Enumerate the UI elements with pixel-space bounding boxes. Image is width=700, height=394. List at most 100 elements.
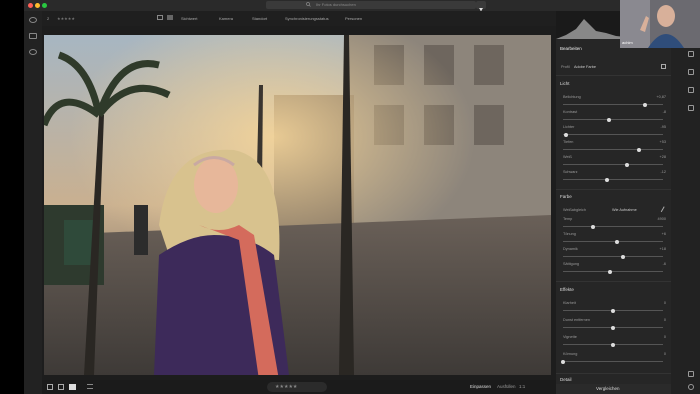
slider-knob[interactable] [605,177,609,182]
info-icon[interactable] [688,384,694,390]
slider-value[interactable]: 0 [664,352,666,356]
library-icon[interactable] [29,33,37,39]
slider-track[interactable] [563,325,663,330]
effects-section-header[interactable]: Effekte [560,287,574,292]
square-grid-icon[interactable] [58,384,64,390]
slider-label: Schwarz [563,170,578,174]
slider-value[interactable]: 0 [664,301,666,305]
crop-icon[interactable] [688,69,694,75]
slider-value[interactable]: 4900 [658,217,666,221]
slider-value[interactable]: +28 [660,155,666,159]
slider-knob[interactable] [561,359,565,364]
filter-kamera[interactable]: Kamera [219,16,233,21]
brush-icon[interactable] [688,105,694,111]
eyedropper-icon[interactable] [660,206,668,214]
flag-filter-icon[interactable] [157,15,163,20]
profile-select[interactable]: Adobe Farbe [574,65,596,69]
slider-value[interactable]: +6 [662,232,666,236]
rating-stars[interactable]: ★★★★★ [275,384,297,390]
slider-knob[interactable] [611,325,615,330]
slider-value[interactable]: +0,87 [656,95,666,99]
sort-icon[interactable] [87,384,93,389]
slider-knob[interactable] [637,147,641,152]
wb-select[interactable]: Wie Aufnahme [612,208,637,212]
close-window-button[interactable] [28,3,33,8]
slider-knob[interactable] [615,239,619,244]
slider-label: Körnung [563,352,578,356]
detail-view-icon[interactable] [69,384,76,390]
slider-label: Tiefen [563,140,574,144]
main-photo[interactable] [44,35,551,375]
slider-track[interactable] [561,359,663,364]
slider-value[interactable]: +53 [660,140,666,144]
filter-standort[interactable]: Standort [252,16,267,21]
edit-panel-title: Bearbeiten [560,46,582,51]
slider-label: Dynamik [563,247,578,251]
grid-view-icon[interactable] [47,384,53,390]
color-filter-icon[interactable] [167,15,173,20]
compare-button[interactable]: Vergleichen [596,386,620,391]
search-placeholder: Ihr Fotos durchsuchen [316,2,356,7]
slider-track[interactable] [563,224,663,229]
slider-track[interactable] [563,147,663,152]
slider-track[interactable] [563,162,663,167]
slider-value[interactable]: -12 [661,170,667,174]
filter-sync-status[interactable]: Synchronisierungsstatus [285,16,329,21]
slider-knob[interactable] [564,132,568,137]
filter-sichtwert[interactable]: Sichtwert [181,16,197,21]
light-section-header[interactable]: Licht [560,81,570,86]
slider-value[interactable]: 0 [664,318,666,322]
edit-icon[interactable] [688,51,694,57]
people-icon[interactable] [29,49,37,55]
slider-knob[interactable] [608,269,612,274]
slider-value[interactable]: 0 [664,335,666,339]
slider-track[interactable] [563,308,663,313]
slider-knob[interactable] [625,162,629,167]
photo-image [44,35,551,375]
slider-track[interactable] [563,102,663,107]
slider-label: Klarheit [563,301,576,305]
tag-icon[interactable] [688,371,694,377]
color-section-header[interactable]: Farbe [560,194,572,199]
slider-label: Temp [563,217,573,221]
ratio-button[interactable]: 1:1 [519,384,525,389]
search-icon [306,2,311,7]
slider-track[interactable] [563,254,663,259]
slider-knob[interactable] [611,308,615,313]
slider-knob[interactable] [591,224,595,229]
filter-personen[interactable]: Personen [345,16,362,21]
slider-label: Dunst entfernen [563,318,591,322]
compare-bar: Vergleichen [556,384,671,394]
fill-button[interactable]: Ausfüllen [497,384,516,389]
slider-track[interactable] [563,117,663,122]
slider-track[interactable] [563,239,663,244]
slider-knob[interactable] [643,102,647,107]
rating-filter[interactable]: ★★★★★ [57,16,75,21]
slider-label: Lichter [563,125,575,129]
slider-track[interactable] [563,132,663,137]
slider-value[interactable]: +18 [660,247,666,251]
profile-browser-icon[interactable] [661,64,666,69]
slider-knob[interactable] [607,117,611,122]
minimize-window-button[interactable] [35,3,40,8]
slider-knob[interactable] [621,254,625,259]
slider-knob[interactable] [611,342,615,347]
filter-bar: 2 ★★★★★ Sichtwert Kamera Standort Synchr… [42,11,556,26]
zoom-window-button[interactable] [42,3,47,8]
title-bar: Ihr Fotos durchsuchen [24,0,700,13]
detail-section-header[interactable]: Detail [560,377,572,382]
slider-value[interactable]: -6 [663,262,666,266]
grid-icon[interactable] [29,17,37,23]
slider-value[interactable]: -95 [661,125,667,129]
rating-control[interactable]: ★★★★★ [267,382,327,392]
fit-button[interactable]: Einpassen [470,384,491,389]
search-input[interactable]: Ihr Fotos durchsuchen [266,1,476,9]
filter-button[interactable] [476,1,486,13]
profile-label: Profil [561,65,570,69]
slider-track[interactable] [563,342,663,347]
edit-panel: Bearbeiten Profil Adobe Farbe Licht Beli… [556,11,671,394]
slider-value[interactable]: -8 [663,110,666,114]
slider-track[interactable] [563,269,663,274]
healing-brush-icon[interactable] [688,87,694,93]
slider-track[interactable] [563,177,663,182]
